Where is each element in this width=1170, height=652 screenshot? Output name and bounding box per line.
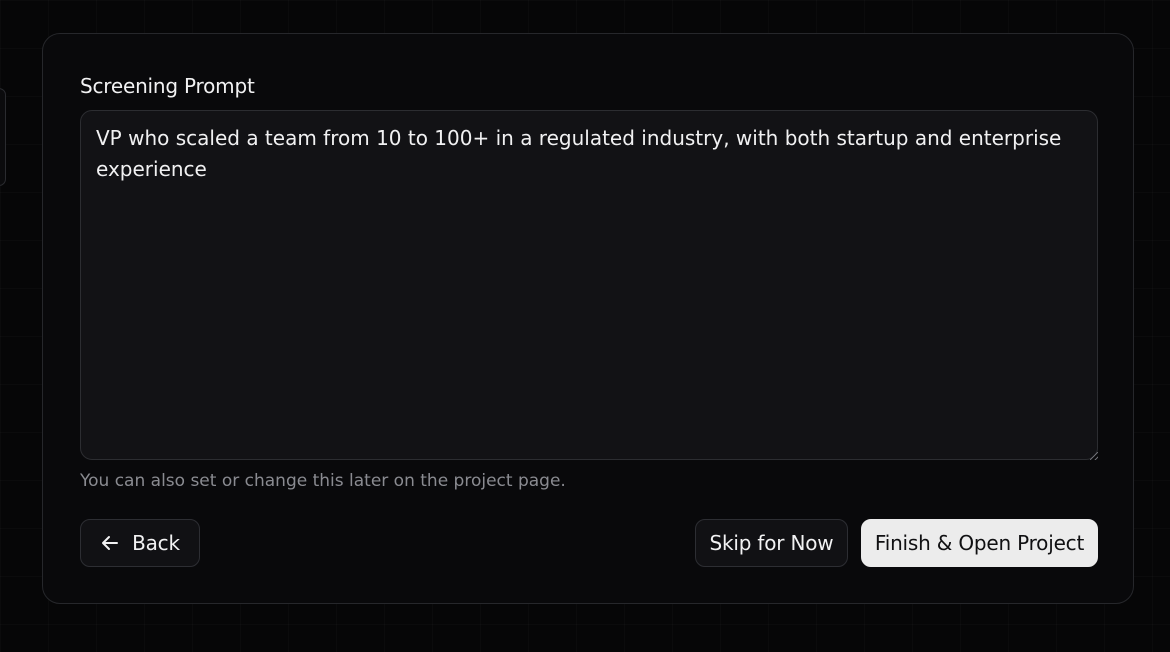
arrow-left-icon <box>100 533 120 553</box>
skip-button-label: Skip for Now <box>709 531 834 555</box>
screening-prompt-label: Screening Prompt <box>80 74 255 98</box>
finish-open-project-button[interactable]: Finish & Open Project <box>861 519 1098 567</box>
helper-text: You can also set or change this later on… <box>80 471 566 491</box>
back-button[interactable]: Back <box>80 519 200 567</box>
skip-for-now-button[interactable]: Skip for Now <box>695 519 848 567</box>
screening-prompt-card: Screening Prompt VP who scaled a team fr… <box>42 33 1134 604</box>
side-panel-edge <box>0 88 6 186</box>
screening-prompt-textarea[interactable]: VP who scaled a team from 10 to 100+ in … <box>80 110 1098 460</box>
back-button-label: Back <box>132 531 180 555</box>
finish-button-label: Finish & Open Project <box>874 531 1085 555</box>
